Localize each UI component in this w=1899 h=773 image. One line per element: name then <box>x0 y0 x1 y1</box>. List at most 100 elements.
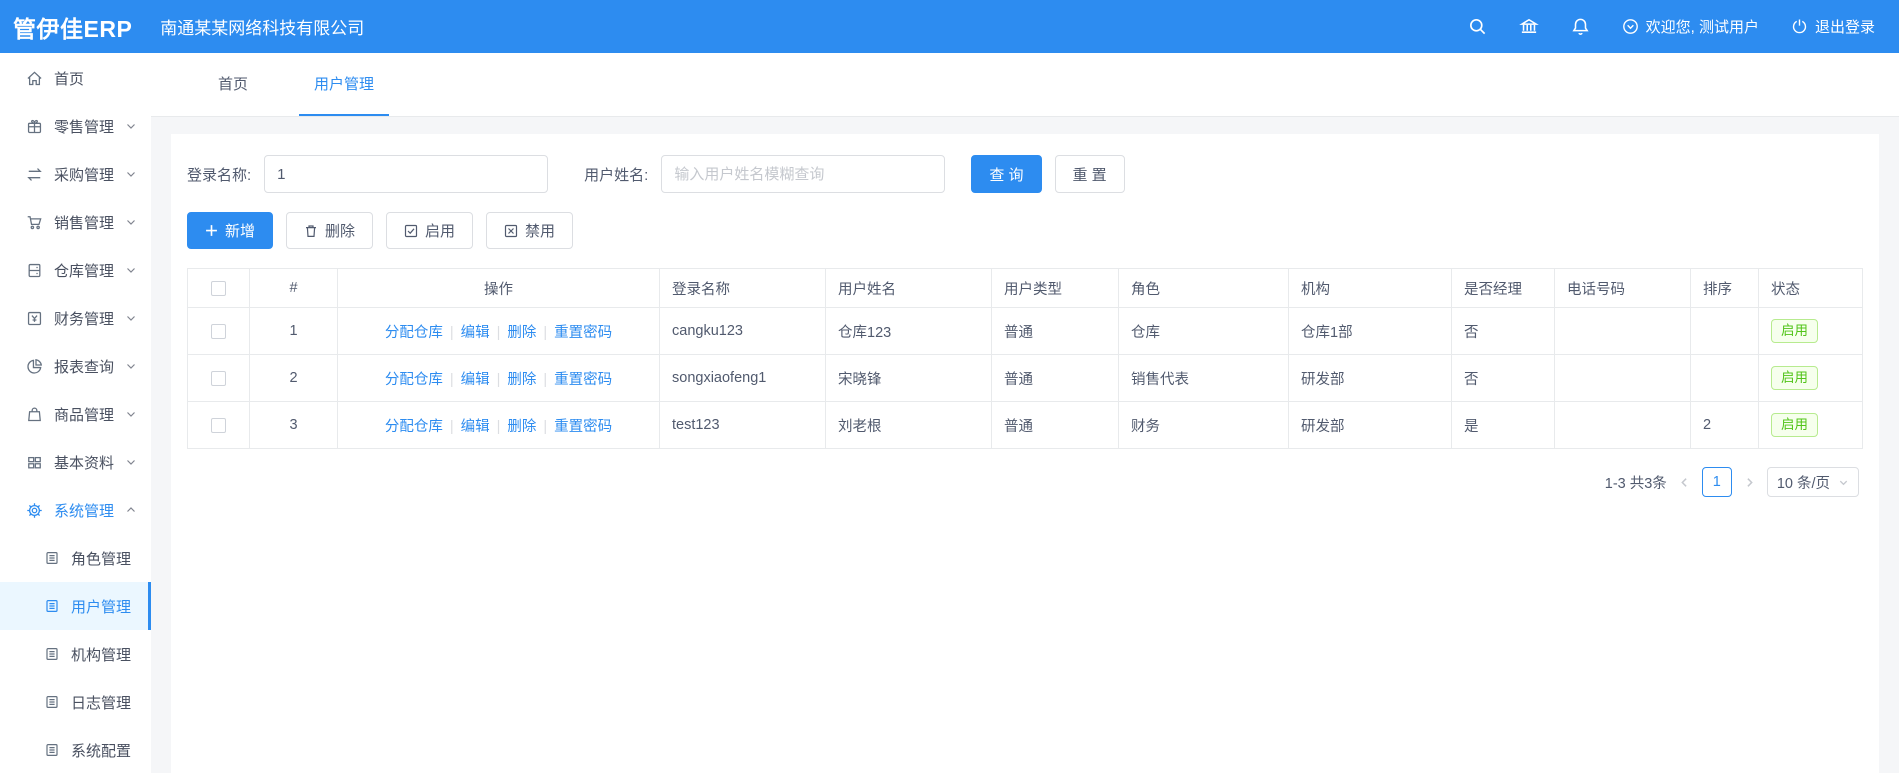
edit-link[interactable]: 编辑 <box>461 419 490 435</box>
reset-button[interactable]: 重 置 <box>1054 155 1125 193</box>
warehouse-icon <box>26 262 43 279</box>
sidebar-item-retail[interactable]: 零售管理 <box>0 102 151 150</box>
assign-warehouse-link[interactable]: 分配仓库 <box>385 372 443 388</box>
chevron-down-icon <box>125 216 137 228</box>
row-actions: 分配仓库 | 编辑 | 删除 | 重置密码 <box>337 307 660 355</box>
cell-status: 启用 <box>1758 307 1863 355</box>
sidebar-item-system[interactable]: 系统管理 <box>0 486 151 534</box>
users-table: # 操作 登录名称 用户姓名 用户类型 角色 机构 是否经理 电话号码 排序 状 <box>187 268 1863 449</box>
next-page-icon[interactable] <box>1743 476 1756 489</box>
cell-role: 销售代表 <box>1118 354 1289 402</box>
user-status-icon <box>1622 18 1639 35</box>
reset-password-link[interactable]: 重置密码 <box>554 325 612 341</box>
logout-text: 退出登录 <box>1814 19 1875 36</box>
finance-icon <box>26 310 43 327</box>
cell-phone <box>1554 401 1691 449</box>
row-checkbox[interactable] <box>211 370 226 386</box>
company-name: 南通某某网络科技有限公司 <box>160 19 365 38</box>
select-all-checkbox[interactable] <box>211 280 226 296</box>
sidebar-item-label: 用户管理 <box>71 598 132 616</box>
tab-home[interactable]: 首页 <box>203 53 263 116</box>
sidebar-item-role-management[interactable]: 角色管理 <box>0 534 151 582</box>
reset-password-link[interactable]: 重置密码 <box>554 419 612 435</box>
table-row: 1 分配仓库 | 编辑 | 删除 | 重置密码 cangku123 仓库123 普通 仓库 … <box>187 307 1863 355</box>
row-actions: 分配仓库 | 编辑 | 删除 | 重置密码 <box>337 354 660 402</box>
sidebar-item-basic-data[interactable]: 基本资料 <box>0 438 151 486</box>
cell-role: 仓库 <box>1118 307 1289 355</box>
sidebar-item-reports[interactable]: 报表查询 <box>0 342 151 390</box>
sidebar-item-label: 零售管理 <box>54 118 115 136</box>
cell-org: 研发部 <box>1288 401 1452 449</box>
sidebar-item-system-config[interactable]: 系统配置 <box>0 726 151 773</box>
bank-icon[interactable] <box>1518 17 1539 36</box>
logout-button[interactable]: 退出登录 <box>1791 16 1875 37</box>
edit-link[interactable]: 编辑 <box>461 325 490 341</box>
sidebar-item-home[interactable]: 首页 <box>0 54 151 102</box>
purchase-icon <box>26 166 43 183</box>
delete-link[interactable]: 删除 <box>507 372 536 388</box>
login-name-label: 登录名称: <box>187 166 252 184</box>
sidebar-item-purchase[interactable]: 采购管理 <box>0 150 151 198</box>
sidebar-item-log-management[interactable]: 日志管理 <box>0 678 151 726</box>
page-size-select[interactable]: 10 条/页 <box>1766 467 1859 497</box>
search-button[interactable]: 查 询 <box>971 155 1042 193</box>
assign-warehouse-link[interactable]: 分配仓库 <box>385 419 443 435</box>
retail-icon <box>26 118 43 135</box>
prev-page-icon[interactable] <box>1678 476 1691 489</box>
row-index: 2 <box>249 354 338 402</box>
table-row: 3 分配仓库 | 编辑 | 删除 | 重置密码 test123 刘老根 普通 财务 研发部 … <box>187 401 1863 449</box>
header-actions: 欢迎您, 测试用户 退出登录 <box>1468 16 1899 37</box>
row-checkbox[interactable] <box>211 417 226 433</box>
column-header-role: 角色 <box>1118 268 1289 308</box>
disable-button[interactable]: 禁用 <box>486 212 574 249</box>
bell-icon[interactable] <box>1571 17 1590 36</box>
link-separator: | <box>449 371 454 388</box>
sidebar-item-user-management[interactable]: 用户管理 <box>0 582 151 630</box>
main-area: 首页 用户管理 登录名称: 用户姓名: 查 询 重 置 <box>151 53 1899 773</box>
sidebar-item-sales[interactable]: 销售管理 <box>0 198 151 246</box>
sidebar-item-label: 机构管理 <box>71 646 132 664</box>
user-name-input[interactable] <box>661 155 946 193</box>
enable-button[interactable]: 启用 <box>386 212 474 249</box>
doc-icon <box>44 646 60 662</box>
search-icon[interactable] <box>1468 17 1487 36</box>
reset-password-link[interactable]: 重置密码 <box>554 372 612 388</box>
delete-link[interactable]: 删除 <box>507 325 536 341</box>
cell-type: 普通 <box>991 307 1119 355</box>
edit-link[interactable]: 编辑 <box>461 372 490 388</box>
delete-button[interactable]: 删除 <box>286 212 374 249</box>
column-header-phone: 电话号码 <box>1554 268 1691 308</box>
select-all-cell <box>187 268 250 308</box>
assign-warehouse-link[interactable]: 分配仓库 <box>385 325 443 341</box>
check-square-icon <box>404 224 418 238</box>
sidebar-item-warehouse[interactable]: 仓库管理 <box>0 246 151 294</box>
add-button[interactable]: 新增 <box>187 212 274 249</box>
logout-icon <box>1791 18 1808 35</box>
column-header-actions: 操作 <box>337 268 660 308</box>
link-separator: | <box>496 418 501 435</box>
tab-user-management[interactable]: 用户管理 <box>299 53 390 116</box>
app-root: 管伊佳ERP 南通某某网络科技有限公司 欢迎您, 测试用户 退出登录 首页 零售… <box>0 0 1899 773</box>
table-toolbar: 新增 删除 启用 禁用 <box>187 212 1863 249</box>
delete-link[interactable]: 删除 <box>507 419 536 435</box>
page-number-button[interactable]: 1 <box>1701 467 1732 497</box>
column-header-login: 登录名称 <box>659 268 826 308</box>
welcome-user[interactable]: 欢迎您, 测试用户 <box>1622 16 1759 37</box>
sidebar-item-goods[interactable]: 商品管理 <box>0 390 151 438</box>
sidebar-item-finance[interactable]: 财务管理 <box>0 294 151 342</box>
login-name-input[interactable] <box>264 155 549 193</box>
app-logo: 管伊佳ERP <box>13 15 133 42</box>
cell-login: songxiaofeng1 <box>659 354 826 402</box>
chevron-down-icon <box>125 456 137 468</box>
content-area: 登录名称: 用户姓名: 查 询 重 置 新增 <box>151 117 1899 773</box>
row-checkbox[interactable] <box>211 323 226 339</box>
sidebar-item-label: 仓库管理 <box>54 262 115 280</box>
chevron-down-icon <box>1838 477 1849 488</box>
tab-bar: 首页 用户管理 <box>151 53 1899 117</box>
sidebar-item-label: 首页 <box>54 70 85 88</box>
column-header-sort: 排序 <box>1690 268 1759 308</box>
cell-phone <box>1554 354 1691 402</box>
row-index: 3 <box>249 401 338 449</box>
sidebar-item-org-management[interactable]: 机构管理 <box>0 630 151 678</box>
cell-manager: 否 <box>1451 354 1555 402</box>
